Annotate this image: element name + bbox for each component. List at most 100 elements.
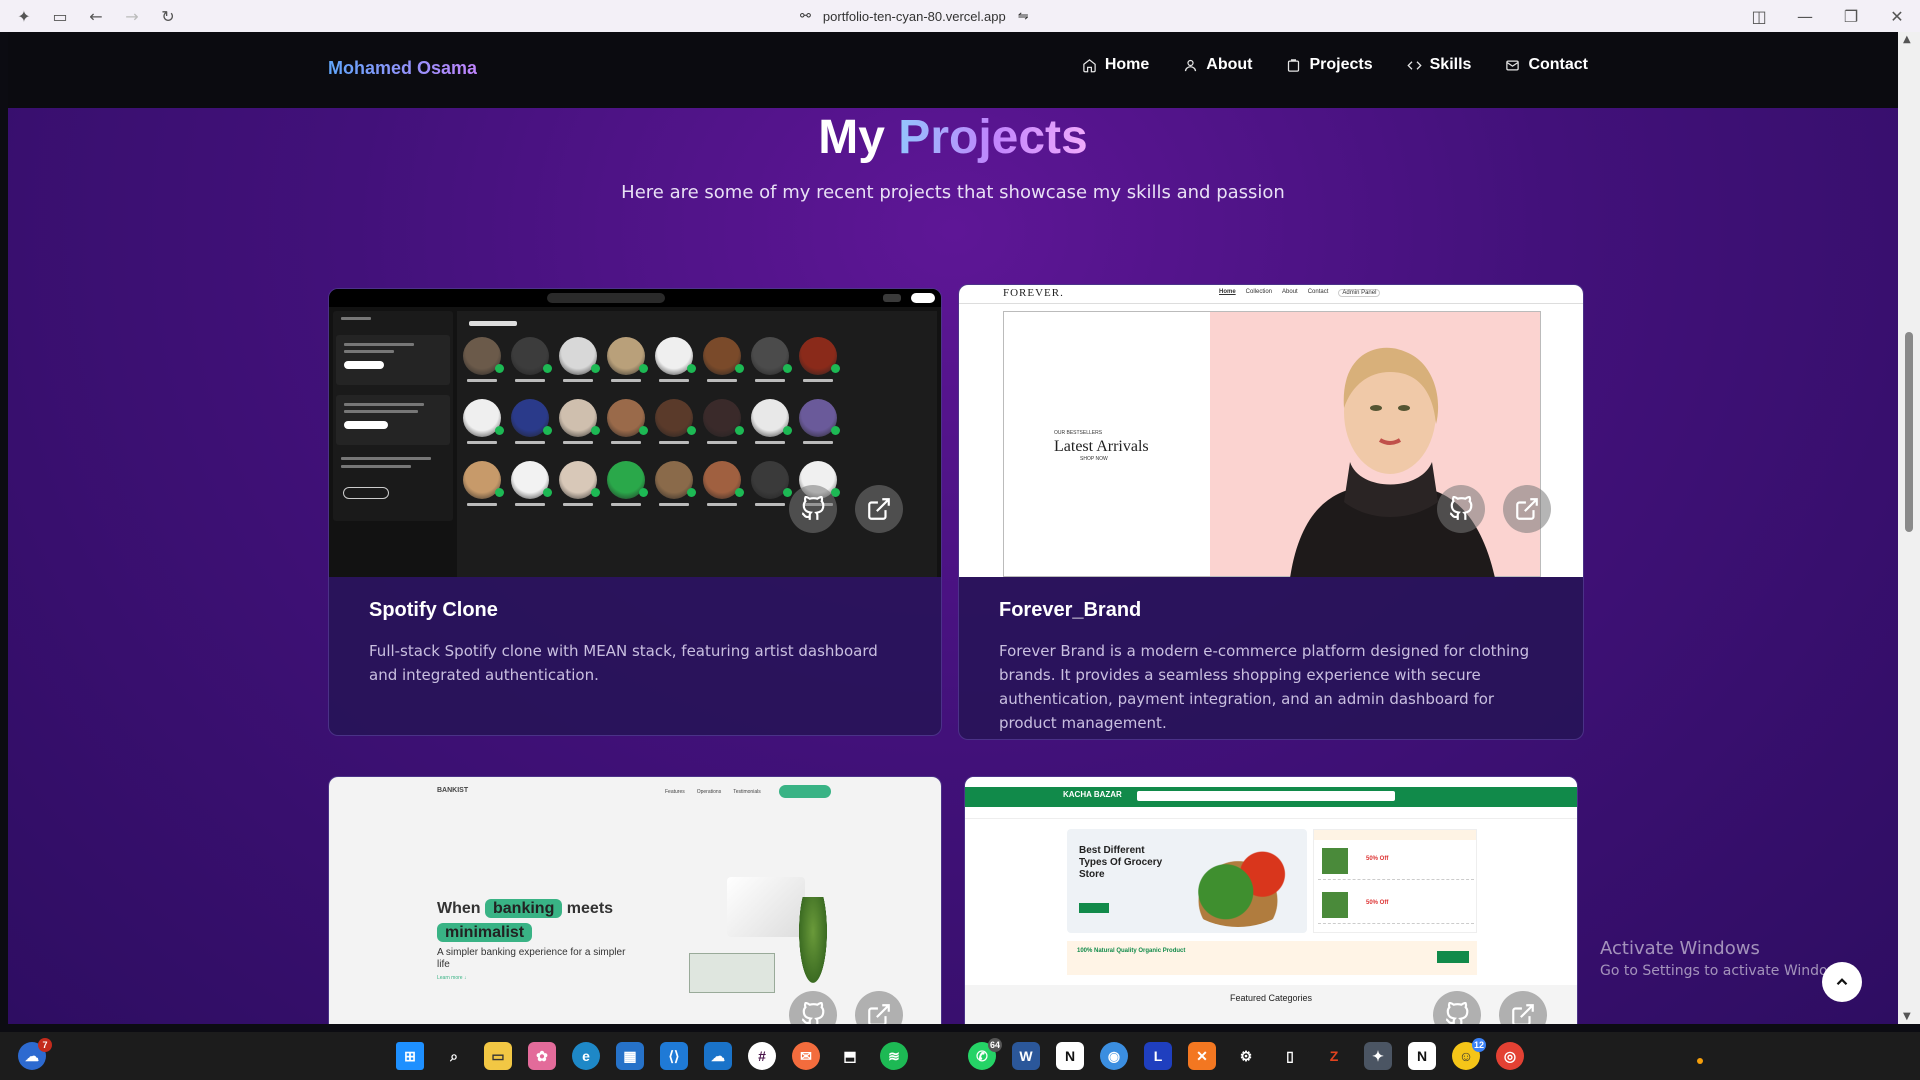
artist-avatar [655, 399, 696, 437]
live-demo-button[interactable] [855, 485, 903, 533]
chrome-icon[interactable]: ◎ [1496, 1042, 1524, 1070]
external-link-icon [1512, 1004, 1534, 1024]
browser-toolbar: ✦ ▭ ← → ↻ ⚯ portfolio-ten-cyan-80.vercel… [0, 0, 1920, 32]
artist-avatar [559, 399, 600, 437]
word-icon[interactable]: W [1012, 1042, 1040, 1070]
url-text[interactable]: portfolio-ten-cyan-80.vercel.app [823, 9, 1006, 24]
weather-widget-icon[interactable]: ☁ 7 [18, 1038, 52, 1070]
postman-icon[interactable]: ✉ [792, 1042, 820, 1070]
terminal-icon[interactable]: ▯ [1276, 1042, 1304, 1070]
external-link-icon [1516, 498, 1538, 520]
slack-icon[interactable]: # [748, 1042, 776, 1070]
scroll-down-icon[interactable]: ▼ [1903, 1011, 1911, 1022]
nav-skills[interactable]: Skills [1406, 56, 1471, 74]
spotify-preview [329, 289, 941, 577]
bankist-menu: Features Operations Testimonials [665, 789, 761, 795]
copilot-icon[interactable]: ✦ [1364, 1042, 1392, 1070]
github-link-button[interactable] [789, 485, 837, 533]
kacha-featured-title: Featured Categories [1229, 993, 1313, 1003]
search-icon[interactable]: ⌕ [440, 1042, 468, 1070]
emoji-app-icon[interactable]: ☺ 12 [1452, 1038, 1486, 1070]
nav-projects[interactable]: Projects [1286, 56, 1373, 74]
kacha-offer-row: 50% Off [1318, 886, 1474, 924]
forward-icon[interactable]: → [114, 0, 150, 32]
artist-avatar [607, 399, 648, 437]
brand-logo[interactable]: Mohamed Osama [328, 58, 477, 79]
artist-avatar [511, 399, 552, 437]
bankist-open-account-button [779, 785, 831, 798]
spotify-browse-podcasts [344, 421, 388, 429]
settings-icon[interactable]: ⚙ [1232, 1042, 1260, 1070]
artist-avatar [607, 337, 648, 375]
artist-avatar [799, 399, 840, 437]
artist-name-line [515, 441, 545, 444]
notion-icon[interactable]: N [1408, 1042, 1436, 1070]
project-card-spotify: Spotify Clone Full-stack Spotify clone w… [328, 288, 942, 736]
split-view-icon[interactable]: ◫ [1736, 0, 1782, 32]
bankist-highlight: banking [485, 899, 563, 918]
scroll-up-icon[interactable]: ▲ [1903, 34, 1911, 45]
bankist-plant-image [799, 897, 827, 983]
artist-avatar [703, 461, 744, 499]
project-title: Spotify Clone [369, 599, 498, 621]
notion-icon[interactable]: N [1056, 1042, 1084, 1070]
nav-contact-label: Contact [1528, 56, 1588, 73]
kacha-banner: Best Different Types Of Grocery Store [1067, 829, 1307, 933]
windows-taskbar: ☁ 7 ⊞ ⌕ ▭ ✿ e ▦ ⟨⟩ ☁ # ✉ ⬒ ≋ ✆ 64 W N ◉ L … [0, 1032, 1920, 1080]
kacha-organic-button [1437, 951, 1469, 963]
reload-icon[interactable]: ↻ [150, 0, 186, 32]
onedrive-icon[interactable]: ☁ [704, 1042, 732, 1070]
store-icon[interactable]: ▦ [616, 1042, 644, 1070]
vscode-icon[interactable]: ⟨⟩ [660, 1042, 688, 1070]
close-icon[interactable]: ✕ [1874, 0, 1920, 32]
back-icon[interactable]: ← [78, 0, 114, 32]
photos-icon[interactable]: ✿ [528, 1042, 556, 1070]
model-figure-icon [1290, 347, 1495, 577]
scrollbar-thumb[interactable] [1905, 332, 1913, 532]
forever-menu: Home Collection About Contact Admin Pane… [1219, 289, 1381, 297]
windows-start-icon[interactable]: ⊞ [396, 1042, 424, 1070]
restore-icon[interactable]: ❐ [1828, 0, 1874, 32]
browser-extensions-icon[interactable]: ✦ [6, 0, 42, 32]
artist-avatar [607, 461, 648, 499]
scroll-to-top-button[interactable] [1822, 962, 1862, 1002]
page-scrollbar[interactable]: ▲ ▼ [1898, 32, 1920, 1024]
browser-icon[interactable]: ◉ [1100, 1042, 1128, 1070]
artist-avatar [799, 337, 840, 375]
xampp-icon[interactable]: ✕ [1188, 1042, 1216, 1070]
nav-links: Home About Projects Skills Contact [1082, 56, 1588, 74]
sidebar-toggle-icon[interactable]: ▭ [42, 0, 78, 32]
nav-contact[interactable]: Contact [1505, 56, 1588, 74]
whatsapp-icon[interactable]: ✆ 64 [968, 1038, 1002, 1070]
live-demo-button[interactable] [1503, 485, 1551, 533]
edge-icon[interactable]: e [572, 1042, 600, 1070]
address-bar[interactable]: ⚯ portfolio-ten-cyan-80.vercel.app ⇋ [800, 6, 1029, 26]
spotify-icon[interactable]: ≋ [880, 1042, 908, 1070]
kacha-topbar [965, 777, 1577, 787]
github-link-button[interactable] [1437, 485, 1485, 533]
file-explorer-icon[interactable]: ▭ [484, 1042, 512, 1070]
kacha-banner-title: Best Different Types Of Grocery Store [1079, 845, 1163, 880]
spotify-footer-line [341, 457, 431, 460]
spotify-signup [883, 294, 901, 302]
nav-home[interactable]: Home [1082, 56, 1149, 74]
nav-projects-label: Projects [1309, 56, 1373, 73]
artist-name-line [611, 503, 641, 506]
folder-icon [1288, 58, 1300, 72]
minimize-icon[interactable]: — [1782, 0, 1828, 32]
project-description: Forever Brand is a modern e-commerce pla… [999, 642, 1530, 732]
tune-icon[interactable]: ⇋ [1018, 8, 1029, 24]
filezilla-icon[interactable]: Z [1320, 1042, 1348, 1070]
artist-avatar [463, 399, 504, 437]
forever-menu-item: Collection [1245, 289, 1273, 295]
spotify-search [547, 293, 665, 303]
nav-about[interactable]: About [1183, 56, 1252, 74]
weather-badge: 7 [38, 1038, 52, 1052]
l-app-icon[interactable]: L [1144, 1042, 1172, 1070]
project-preview: KACHA BAZAR Best Different Types Of Groc… [965, 777, 1577, 1024]
kacha-organic-banner: 100% Natural Quality Organic Product [1067, 941, 1477, 975]
forever-menu-item: Contact [1307, 289, 1329, 295]
github-desktop-icon[interactable]: ⬒ [836, 1042, 864, 1070]
spotify-sidebar [333, 311, 453, 521]
site-info-icon[interactable]: ⚯ [800, 8, 811, 24]
